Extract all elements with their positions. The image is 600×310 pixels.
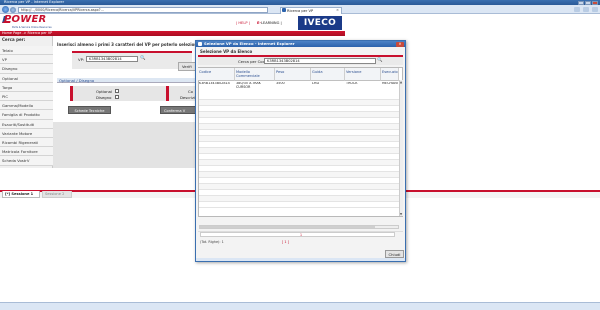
- search-code-input[interactable]: K3RB1343B02814: [264, 57, 376, 64]
- table-cell-codice[interactable]: K3RB1343B02814: [198, 82, 235, 93]
- page-favicon-icon: [282, 8, 286, 12]
- forward-button[interactable]: [10, 6, 16, 13]
- column-header-label: Peso: [276, 69, 285, 74]
- scroll-up-icon[interactable]: ▲: [399, 80, 403, 84]
- table-cell-guida[interactable]: LHD: [311, 82, 345, 93]
- dialog-close-button[interactable]: ✕: [396, 41, 404, 47]
- menu-item-vp[interactable]: VP: [0, 55, 53, 65]
- description-label: Descrizi: [180, 95, 195, 100]
- menu-item-targa[interactable]: Targa: [0, 82, 53, 92]
- menu-item-ricambi-rigenerati[interactable]: Ricambi Rigenerati: [0, 138, 53, 148]
- window-controls: [578, 0, 598, 5]
- table-vertical-scrollbar[interactable]: [399, 80, 403, 216]
- table-cell-peso[interactable]: 3500: [275, 82, 311, 93]
- close-dialog-button[interactable]: Chiudi: [385, 250, 404, 258]
- search-menu-heading: Cerca per:: [2, 37, 26, 42]
- menu-item-optional[interactable]: Optional: [0, 73, 53, 83]
- page-links[interactable]: [ 1 ]: [282, 240, 289, 244]
- horizontal-scroll-thumb[interactable]: [200, 226, 375, 228]
- address-bar[interactable]: http://.../0000/Ricerca/Ricerca/VPRicerc…: [18, 6, 268, 13]
- page-background-right: [406, 36, 600, 190]
- close-window-button[interactable]: [592, 0, 598, 5]
- binoculars-icon[interactable]: 🔍: [377, 58, 383, 64]
- column-header-guida[interactable]: Guida: [311, 67, 345, 81]
- tab-close-icon[interactable]: ×: [336, 8, 339, 12]
- optional-checkbox[interactable]: [115, 88, 119, 93]
- code-label: Co: [188, 89, 193, 94]
- elearning-link[interactable]: E-LEARNING |: [257, 21, 282, 25]
- vp-input[interactable]: K3RB1343B02814: [86, 55, 138, 62]
- total-rows-label: (Tot. Righe): 1: [200, 240, 224, 244]
- column-header-label: Versione: [346, 69, 362, 74]
- column-header-versione[interactable]: Versione: [345, 67, 381, 81]
- scroll-down-icon[interactable]: ▼: [399, 212, 403, 216]
- column-header-label: Codice: [199, 69, 212, 74]
- column-header-label: Guida: [312, 69, 323, 74]
- optional-checkbox-label: Optional: [96, 88, 113, 94]
- table-cell-versione[interactable]: TRUCK: [345, 82, 381, 93]
- results-area: [53, 122, 195, 168]
- session-tab-1[interactable]: [*] Sessione 1: [2, 191, 40, 198]
- technical-sheets-button[interactable]: Schede Tecniche: [68, 106, 111, 114]
- column-header-peso[interactable]: Peso: [275, 67, 311, 81]
- home-icon[interactable]: [574, 7, 580, 12]
- column-header-label: Esecuzio: [382, 69, 398, 74]
- optional-disegno-bar[interactable]: Optional / Disegno: [57, 78, 195, 83]
- menu-item-esauriti-sostituiti[interactable]: Esauriti/Sostituiti: [0, 119, 53, 129]
- minimize-button[interactable]: [578, 0, 584, 5]
- help-link[interactable]: | HELP |: [236, 21, 250, 25]
- pager-marker: 1: [300, 233, 303, 237]
- column-header-codice[interactable]: Codice: [198, 67, 235, 81]
- session-tab-2[interactable]: Sessione 2: [42, 191, 72, 198]
- column-header-esecuzione[interactable]: Esecuzio: [381, 67, 399, 81]
- browser-command-icons: [520, 7, 598, 12]
- vp-label: VP:: [78, 57, 85, 62]
- menu-item-variante-motore[interactable]: Variante Motore: [0, 128, 53, 138]
- elearning-label: LEARNING |: [260, 21, 282, 25]
- menu-item-telaio[interactable]: Telaio: [0, 46, 53, 56]
- disegno-checkbox-label: Disegno: [96, 94, 112, 100]
- dialog-bottom-edge: [196, 258, 405, 261]
- pager-row: [200, 232, 395, 237]
- menu-item-disegno[interactable]: Disegno: [0, 64, 53, 74]
- instruction-text: Inserisci almeno i primi 3 caratteri del…: [57, 42, 200, 47]
- browser-status-bar: [0, 302, 600, 310]
- window-title: Ricerca per VP - Internet Explorer: [4, 0, 65, 4]
- menu-item-famiglia-prodotto[interactable]: Famiglia di Prodotto: [0, 110, 53, 120]
- table-row-empty: [199, 202, 399, 208]
- maximize-button[interactable]: [585, 0, 591, 5]
- power-logo-subtitle: Parts & Service Online Resources: [12, 26, 52, 29]
- menu-item-gamma-modello[interactable]: Gamma/Modello: [0, 101, 53, 111]
- dialog-heading: Selezione VP da Elenco: [200, 49, 253, 54]
- table-cell-esecuzione[interactable]: MECHANI: [381, 82, 399, 93]
- column-header-modello[interactable]: Modello Commerciale: [235, 67, 275, 81]
- power-logo: POWER: [4, 14, 47, 25]
- binoculars-icon[interactable]: 🔍: [140, 56, 146, 61]
- menu-item-scheda-vostrv[interactable]: Scheda VostrV: [0, 156, 53, 166]
- iveco-logo: IVECO: [298, 16, 342, 30]
- disegno-checkbox[interactable]: [115, 94, 119, 99]
- dialog-window-icon: [198, 42, 202, 46]
- tools-icon[interactable]: [592, 7, 598, 12]
- browser-tab[interactable]: Ricerca per VP: [280, 6, 342, 14]
- dialog-title-bar: Selezione VP da Elenco - Internet Explor…: [196, 41, 405, 47]
- column-header-label: Modello Commerciale: [236, 69, 260, 78]
- back-button[interactable]: [2, 6, 9, 13]
- confirm-vp-button[interactable]: Conferma V: [160, 106, 200, 114]
- menu-item-matricola-fornitore[interactable]: Matricola Fornitore: [0, 147, 53, 157]
- menu-item-pic[interactable]: PIC: [0, 92, 53, 102]
- table-cell-modello[interactable]: 380/35 X-TRAK CURSOR: [235, 82, 275, 93]
- favorites-icon[interactable]: [583, 7, 589, 12]
